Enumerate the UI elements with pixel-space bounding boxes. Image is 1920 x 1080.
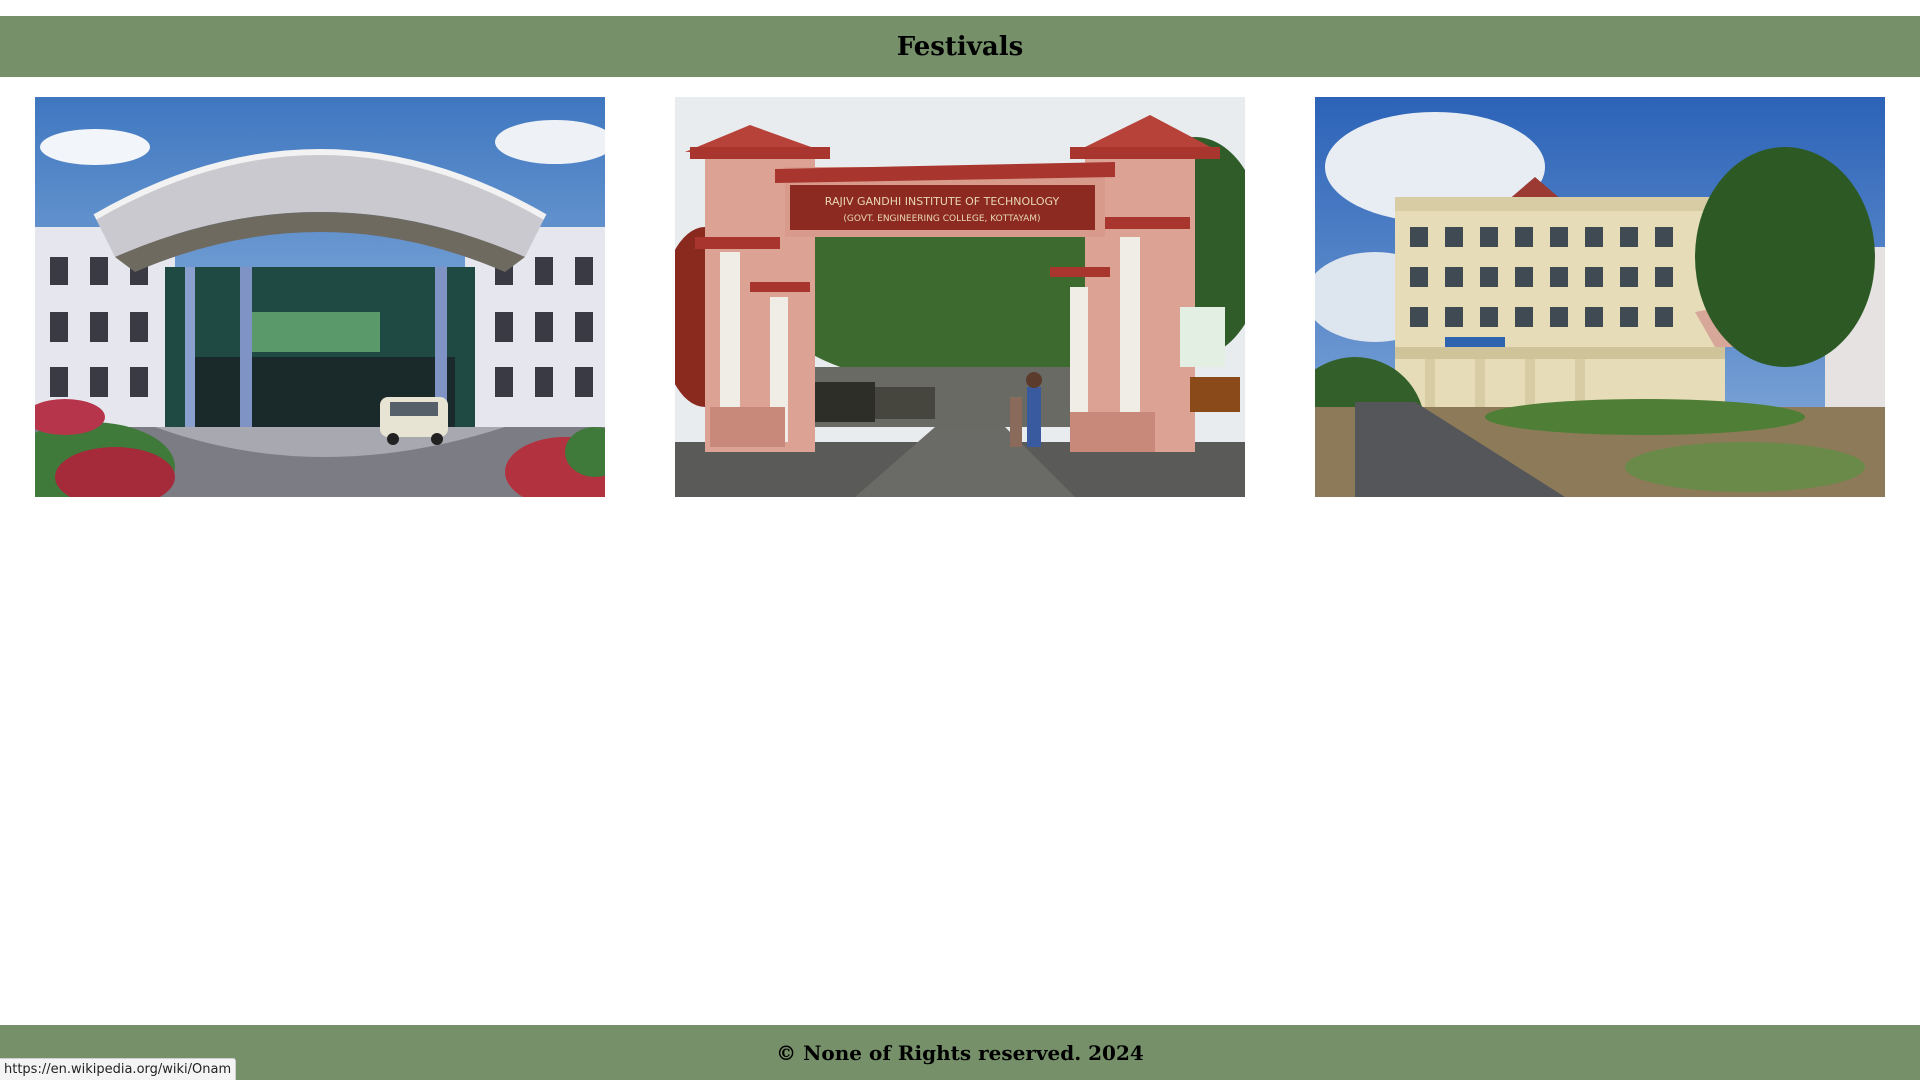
status-bar-url: https://en.wikipedia.org/wiki/Onam (0, 1058, 237, 1080)
college-entrance-arch-image: RAJIV GANDHI INSTITUTE OF TECHNOLOGY (GO… (675, 97, 1245, 497)
festival-image-2[interactable]: RAJIV GANDHI INSTITUTE OF TECHNOLOGY (GO… (675, 97, 1245, 497)
image-gallery: RAJIV GANDHI INSTITUTE OF TECHNOLOGY (GO… (35, 97, 1885, 497)
arch-sign-line2: (GOVT. ENGINEERING COLLEGE, KOTTAYAM) (843, 214, 1040, 224)
festival-image-3[interactable] (1315, 97, 1885, 497)
college-main-building-image (1315, 97, 1885, 497)
copyright-text: © None of Rights reserved. 2024 (776, 1040, 1144, 1065)
arch-sign-line1: RAJIV GANDHI INSTITUTE OF TECHNOLOGY (825, 195, 1060, 208)
page: Festivals RAJIV GANDHI INSTITUTE OF TECH… (0, 0, 1920, 1080)
college-building-canopy-image (35, 97, 605, 497)
page-header: Festivals (0, 16, 1920, 77)
page-footer: © None of Rights reserved. 2024 (0, 1025, 1920, 1080)
festival-image-1[interactable] (35, 97, 605, 497)
page-title: Festivals (896, 31, 1024, 62)
